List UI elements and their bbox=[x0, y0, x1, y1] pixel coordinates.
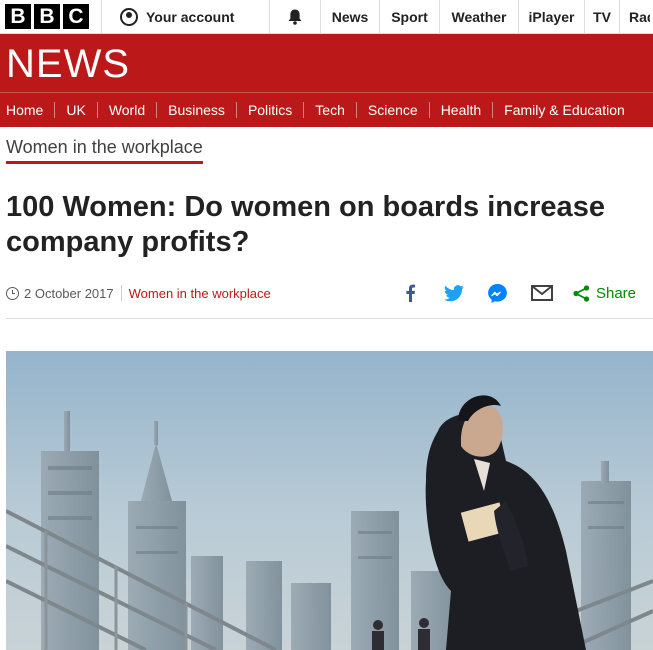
top-bar: B B C Your account News Sport Weather iP… bbox=[0, 0, 653, 34]
nav-item-business[interactable]: Business bbox=[157, 102, 237, 118]
hero-photo bbox=[6, 351, 653, 650]
notifications-button[interactable] bbox=[269, 0, 320, 33]
logo-letter-b1: B bbox=[5, 4, 31, 29]
news-header: NEWS bbox=[0, 34, 653, 92]
news-brand[interactable]: NEWS bbox=[6, 42, 130, 87]
share-tools: Share bbox=[379, 280, 636, 306]
nav-item-science[interactable]: Science bbox=[357, 102, 430, 118]
user-icon bbox=[120, 7, 138, 26]
logo-letter-b2: B bbox=[34, 4, 60, 29]
meta-divider-line bbox=[6, 318, 653, 319]
messenger-share-button[interactable] bbox=[485, 280, 511, 306]
meta-section-link[interactable]: Women in the workplace bbox=[129, 286, 271, 301]
article-date: 2 October 2017 bbox=[24, 285, 114, 301]
nav-item-family-education[interactable]: Family & Education bbox=[493, 102, 636, 118]
top-link-iplayer[interactable]: iPlayer bbox=[518, 0, 584, 33]
email-icon bbox=[530, 285, 553, 301]
nav-item-uk[interactable]: UK bbox=[55, 102, 98, 118]
nav-item-health[interactable]: Health bbox=[430, 102, 494, 118]
top-link-radio[interactable]: Radio bbox=[619, 0, 650, 33]
twitter-icon bbox=[443, 284, 464, 301]
bbc-logo[interactable]: B B C bbox=[0, 0, 101, 33]
clock-icon bbox=[6, 286, 19, 300]
share-icon bbox=[573, 284, 590, 302]
article-headline: 100 Women: Do women on boards increase c… bbox=[6, 191, 605, 258]
account-label: Your account bbox=[146, 8, 235, 25]
nav-item-world[interactable]: World bbox=[98, 102, 158, 118]
meta-divider bbox=[120, 285, 122, 301]
top-link-tv[interactable]: TV bbox=[584, 0, 619, 33]
news-nav: Home UK World Business Politics Tech Sci… bbox=[0, 92, 653, 127]
nav-item-politics[interactable]: Politics bbox=[237, 102, 305, 118]
account-link[interactable]: Your account bbox=[101, 0, 269, 33]
top-link-sport[interactable]: Sport bbox=[379, 0, 439, 33]
bell-icon bbox=[288, 9, 302, 25]
nav-item-tech[interactable]: Tech bbox=[304, 102, 357, 118]
share-label: Share bbox=[595, 284, 636, 302]
messenger-icon bbox=[488, 283, 508, 303]
top-link-news[interactable]: News bbox=[320, 0, 379, 33]
twitter-share-button[interactable] bbox=[441, 280, 467, 306]
article-hero-image bbox=[6, 351, 653, 650]
nav-item-home[interactable]: Home bbox=[0, 102, 56, 118]
facebook-icon bbox=[406, 284, 415, 302]
section-link[interactable]: Women in the workplace bbox=[6, 137, 203, 164]
share-button[interactable]: Share bbox=[573, 285, 636, 302]
top-link-weather[interactable]: Weather bbox=[439, 0, 518, 33]
facebook-share-button[interactable] bbox=[397, 280, 423, 306]
article-meta: 2 October 2017 Women in the workplace Sh… bbox=[6, 283, 636, 303]
logo-letter-c: C bbox=[63, 4, 89, 29]
email-share-button[interactable] bbox=[529, 280, 555, 306]
